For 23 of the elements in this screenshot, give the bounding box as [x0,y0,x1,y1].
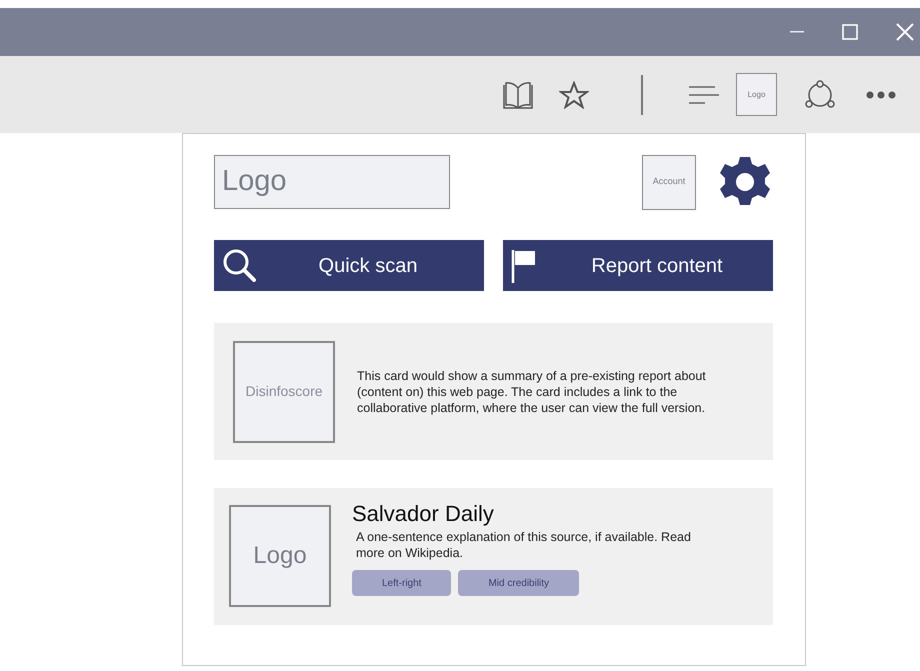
account-button[interactable]: Account [642,154,696,210]
book-icon[interactable] [502,80,534,108]
source-name: Salvador Daily [352,501,495,527]
logo-frame: Logo [229,505,331,607]
scan-button[interactable]: Quick scan [214,240,484,291]
minimize-icon[interactable] [790,31,804,33]
logo-placeholder[interactable]: Logo [736,73,777,116]
more-icon[interactable] [866,90,896,98]
star-icon[interactable] [559,80,589,108]
tag: Mid credibility [458,570,580,596]
maximize-icon[interactable] [842,24,858,40]
source-description: A one-sentence explanation of this source, if available. Read more on Wikipedia. [356,529,692,561]
logo-frame: Logo [214,155,450,209]
flag-icon [511,248,537,282]
report-summary: This card would show a summary of a pre-existing report about (content on) this web page. The card includes a link to the collaborative platform, where the user can view the full version. [357,368,707,416]
search-icon [222,248,258,284]
tag: Left-right [352,570,452,596]
score-badge: Disinfoscore [233,340,335,442]
report-button[interactable]: Report content [503,240,773,291]
settings-icon[interactable] [719,156,771,208]
share-icon[interactable] [804,80,836,110]
menu-icon[interactable] [689,84,719,104]
close-icon[interactable] [896,23,914,41]
